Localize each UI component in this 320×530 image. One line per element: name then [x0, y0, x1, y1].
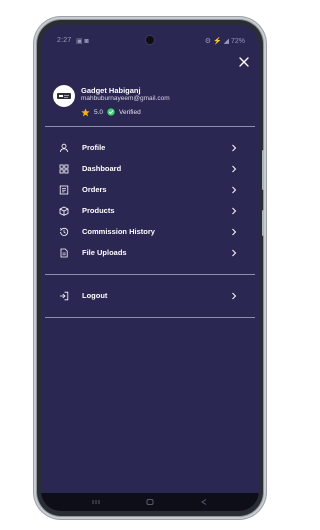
file-icon — [60, 248, 68, 258]
chevron-right-icon — [232, 207, 237, 215]
status-indicators: ⚙ ⚡ ◢ 72% — [204, 38, 245, 45]
menu-label-products: Products — [82, 206, 115, 215]
logout-icon — [60, 291, 69, 301]
dashboard-icon — [59, 164, 69, 174]
menu-label-logout: Logout — [82, 291, 108, 300]
avatar[interactable] — [53, 85, 75, 107]
home-nav-icon[interactable] — [145, 499, 155, 505]
menu-item-file-uploads[interactable]: File Uploads — [41, 244, 259, 264]
rating-value: 5.0 — [94, 108, 104, 116]
chevron-right-icon — [232, 165, 237, 173]
system-nav-bar — [41, 493, 259, 511]
orders-icon — [59, 185, 69, 195]
menu-item-products[interactable]: Products — [41, 202, 259, 222]
notification-icons: ▣ ◙ — [76, 38, 89, 45]
chevron-right-icon — [232, 249, 237, 257]
verified-check-icon — [107, 108, 115, 116]
back-nav-icon[interactable] — [199, 499, 209, 505]
store-email: mahbuburnayeem@gmail.com — [81, 95, 170, 102]
star-icon — [81, 107, 90, 116]
header-divider — [45, 126, 255, 127]
menu-label-file-uploads: File Uploads — [82, 248, 127, 257]
profile-header: Gadget Habiganj mahbuburnayeem@gmail.com… — [53, 85, 253, 121]
store-name: Gadget Habiganj — [81, 86, 141, 95]
menu-label-commission-history: Commission History — [82, 227, 155, 236]
status-bar: 2:27 ▣ ◙ ⚙ ⚡ ◢ 72% — [41, 25, 259, 51]
close-icon[interactable] — [237, 55, 251, 69]
volume-button — [262, 150, 264, 190]
menu-item-profile[interactable]: Profile — [41, 139, 259, 159]
logout-divider — [45, 317, 255, 318]
chevron-right-icon — [232, 292, 237, 300]
front-camera — [146, 36, 154, 44]
store-logo-icon — [57, 93, 71, 99]
menu-item-orders[interactable]: Orders — [41, 181, 259, 201]
menu-item-logout[interactable]: Logout — [41, 287, 259, 307]
history-icon — [59, 227, 69, 236]
chevron-right-icon — [232, 144, 237, 152]
recents-nav-icon[interactable] — [91, 499, 101, 505]
menu-item-dashboard[interactable]: Dashboard — [41, 160, 259, 180]
menu-label-profile: Profile — [82, 143, 106, 152]
chevron-right-icon — [232, 228, 237, 236]
stage: 2:27 ▣ ◙ ⚙ ⚡ ◢ 72% Gadget Habiganj mahbu… — [0, 0, 300, 530]
phone-screen: 2:27 ▣ ◙ ⚙ ⚡ ◢ 72% Gadget Habiganj mahbu… — [41, 25, 259, 511]
menu-item-commission-history[interactable]: Commission History — [41, 223, 259, 243]
verified-label: Verified — [119, 108, 141, 116]
menu-divider — [45, 274, 255, 275]
box-icon — [59, 206, 69, 216]
user-icon — [60, 143, 68, 153]
rating-row: 5.0 Verified — [81, 107, 141, 117]
menu-label-dashboard: Dashboard — [82, 164, 122, 173]
status-time: 2:27 — [57, 37, 72, 44]
chevron-right-icon — [232, 186, 237, 194]
power-button — [262, 210, 264, 236]
menu-label-orders: Orders — [82, 185, 107, 194]
